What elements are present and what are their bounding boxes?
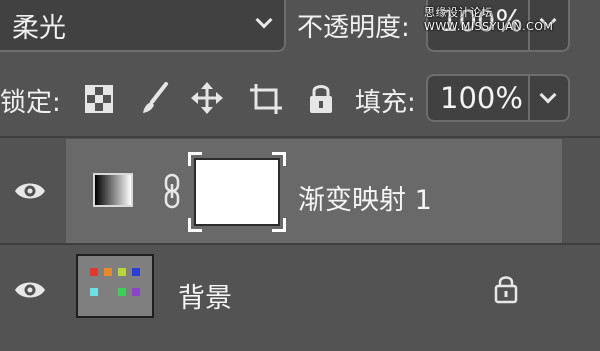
divider [0,136,600,138]
gradient-map-thumbnail[interactable] [93,173,133,207]
swatch-6 [132,288,140,296]
swatch-4 [90,288,98,296]
fill-label: 填充: [355,88,416,118]
swatch-2 [118,268,126,276]
lock-position-move-icon[interactable] [190,80,224,116]
fill-value: 100% [440,81,523,115]
watermark-text: 思缘设计论坛 WWW.MISSYUAN.COM [424,6,554,33]
swatch-1 [104,268,112,276]
swatch-0 [90,268,98,276]
swatch-3 [132,268,140,276]
eye-icon [15,183,45,199]
mask-selection-corner [188,218,202,232]
visibility-toggle-layer-2[interactable] [0,245,62,349]
fill-dropdown-button[interactable] [530,74,570,122]
layer-name[interactable]: 渐变映射 1 [298,178,432,217]
lock-image-pixels-brush-icon[interactable] [138,80,172,116]
blend-mode-value: 柔光 [12,13,66,44]
mask-selection-corner [272,152,286,166]
mask-selection-corner [188,152,202,166]
lock-artboard-icon[interactable] [248,80,282,116]
layer-lock-icon [492,272,520,304]
blend-mode-select[interactable]: 柔光 [0,0,286,52]
eye-icon [15,282,45,298]
chain-link-icon[interactable] [162,172,182,210]
chevron-down-icon [539,86,557,104]
layer-mask-thumbnail[interactable] [194,158,280,226]
lock-label: 锁定: [0,88,61,118]
swatch-5 [118,288,126,296]
visibility-toggle-layer-1[interactable] [0,139,62,243]
opacity-label: 不透明度: [297,13,410,43]
fill-input[interactable]: 100% [426,74,530,122]
lock-all-padlock-icon[interactable] [306,80,340,116]
layer-name[interactable]: 背景 [178,276,232,315]
mask-selection-corner [272,218,286,232]
chevron-down-icon [255,11,273,29]
lock-transparent-pixels-icon[interactable] [82,80,116,116]
background-thumbnail[interactable] [76,254,154,318]
